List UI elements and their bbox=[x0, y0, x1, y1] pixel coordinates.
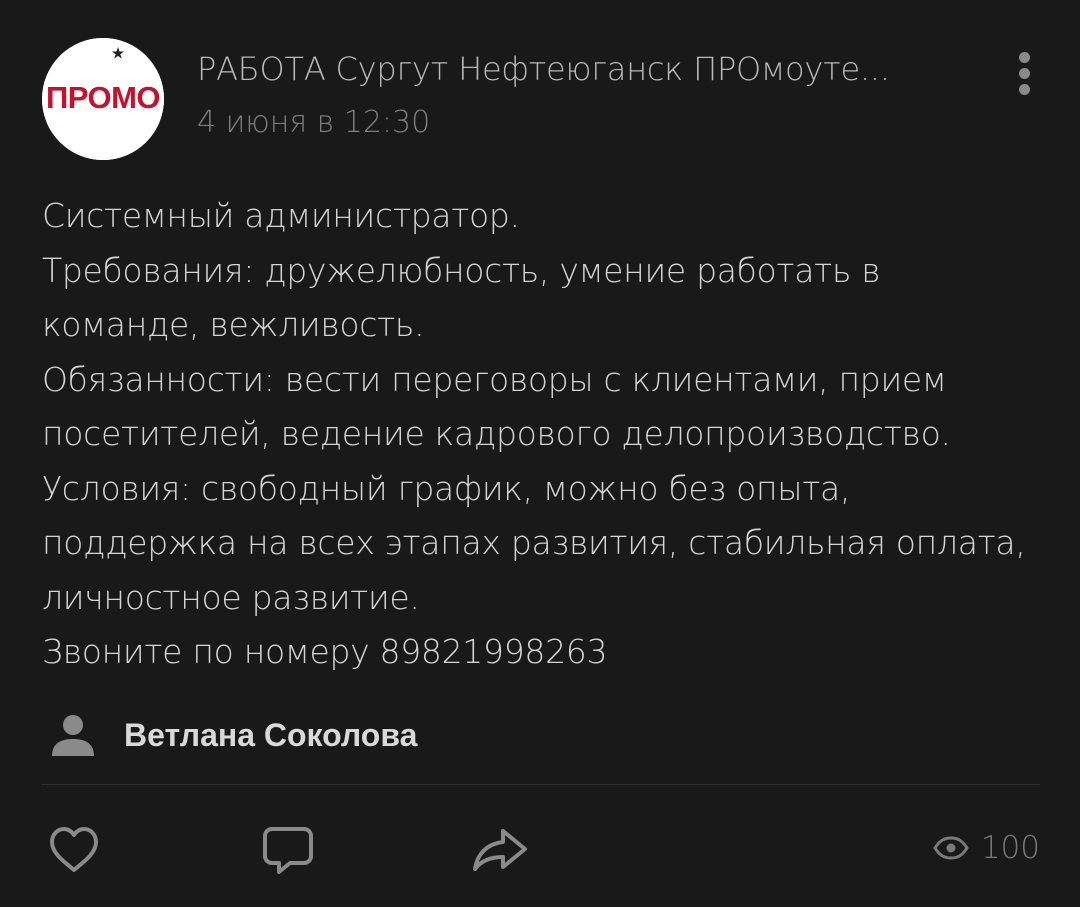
group-name[interactable]: РАБОТА Сургут Нефтеюганск ПРОмоуте... bbox=[197, 50, 957, 88]
comment-icon bbox=[263, 827, 313, 874]
more-dot-icon bbox=[1019, 68, 1030, 79]
post-text-line: поддержка на всех этапах развития, стаби… bbox=[42, 523, 1026, 562]
views-counter: 100 bbox=[933, 822, 1040, 874]
post-text-line: Звоните по номеру 89821998263 bbox=[42, 632, 608, 671]
more-options-button[interactable] bbox=[1005, 48, 1045, 98]
share-icon bbox=[473, 829, 527, 871]
comment-button[interactable] bbox=[258, 820, 318, 880]
post-text-line: Условия: свободный график, можно без опы… bbox=[42, 468, 851, 508]
more-dot-icon bbox=[1019, 84, 1030, 95]
post-text-line: Системный администратор. bbox=[42, 196, 520, 235]
signer-name: Ветлана Соколова bbox=[124, 716, 418, 753]
eye-icon bbox=[933, 836, 969, 860]
post-signer[interactable]: Ветлана Соколова bbox=[50, 709, 417, 761]
post-text-line: команде, вежливость. bbox=[42, 305, 425, 344]
promo-logo-icon: ПРОМО bbox=[42, 38, 164, 160]
like-button[interactable] bbox=[44, 820, 104, 880]
post-date: 4 июня в 12:30 bbox=[197, 105, 431, 140]
share-button[interactable] bbox=[470, 820, 530, 880]
post-card: ПРОМО РАБОТА Сургут Нефтеюганск ПРОмоуте… bbox=[0, 0, 1080, 907]
views-count: 100 bbox=[980, 830, 1040, 866]
group-avatar[interactable]: ПРОМО bbox=[42, 38, 164, 160]
heart-icon bbox=[50, 827, 98, 872]
avatar-text: ПРОМО bbox=[46, 80, 160, 115]
user-icon bbox=[52, 715, 94, 756]
post-text-line: личностное развитие. bbox=[42, 577, 420, 617]
post-text-line: посетителей, ведение кадрового делопроиз… bbox=[42, 414, 951, 453]
divider bbox=[42, 784, 1040, 785]
more-dot-icon bbox=[1019, 52, 1030, 63]
post-text: Системный администратор. Требования: дру… bbox=[42, 189, 1052, 680]
post-text-line: Обязанности: вести переговоры с клиентам… bbox=[42, 359, 947, 399]
post-text-line: Требования: дружелюбность, умение работа… bbox=[42, 250, 881, 290]
